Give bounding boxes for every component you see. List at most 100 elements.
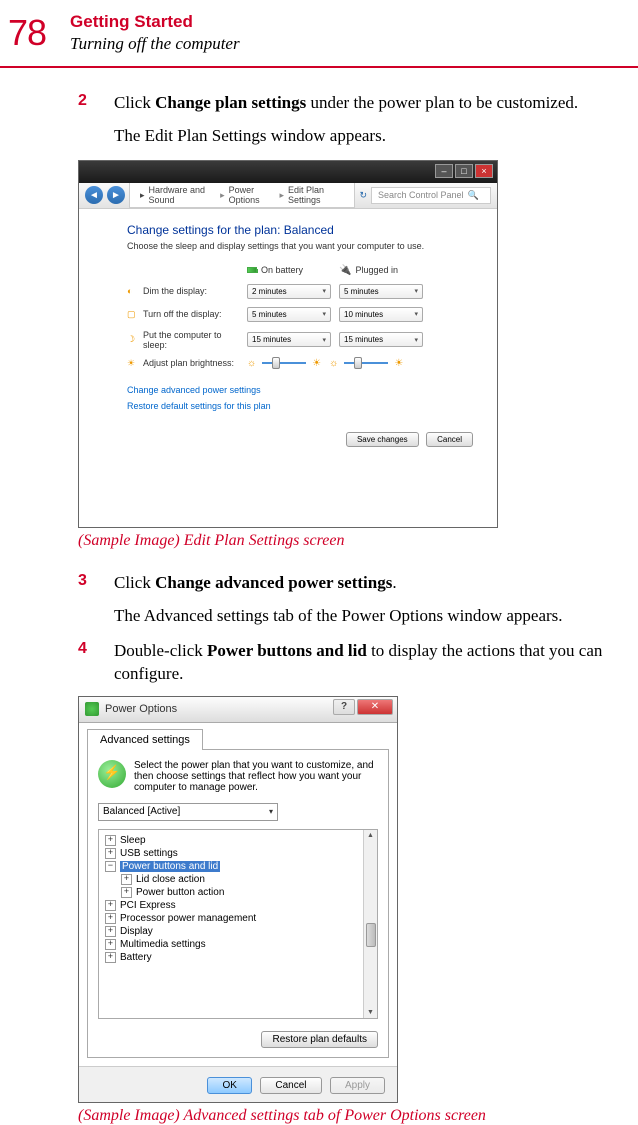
tree-lid-label: Lid close action (136, 874, 205, 885)
chevron-down-icon: ▾ (414, 310, 418, 318)
restore-defaults-link[interactable]: Restore default settings for this plan (127, 401, 473, 411)
maximize-button[interactable]: □ (455, 164, 473, 178)
scroll-down-icon[interactable]: ▼ (365, 1007, 376, 1018)
expand-icon[interactable]: + (121, 887, 132, 898)
bright-label: Adjust plan brightness: (143, 358, 247, 368)
change-advanced-link[interactable]: Change advanced power settings (127, 385, 473, 395)
step3-bold: Change advanced power settings (155, 573, 392, 592)
dim-icon: ◐ (127, 286, 143, 296)
search-placeholder: Search Control Panel (378, 190, 464, 200)
tree-pba-label: Power button action (136, 887, 224, 898)
tree-battery[interactable]: +Battery (103, 951, 373, 964)
expand-icon[interactable]: + (105, 848, 116, 859)
navigation-bar: ◄ ► ▸ Hardware and Sound ▸ Power Options… (79, 183, 497, 209)
dim-plugged-select[interactable]: 5 minutes▾ (339, 284, 423, 299)
step2-pre: Click (114, 93, 155, 112)
ok-button[interactable]: OK (207, 1077, 251, 1094)
tree-sleep-label: Sleep (120, 835, 146, 846)
dim-battery-select[interactable]: 2 minutes▾ (247, 284, 331, 299)
tree-sleep[interactable]: + Sleep (103, 834, 373, 847)
dim-label: Dim the display: (143, 286, 247, 296)
dialog-description: Select the power plan that you want to c… (134, 760, 378, 793)
slider-track[interactable] (262, 362, 306, 364)
search-icon: 🔍 (468, 190, 479, 201)
chevron-down-icon: ▾ (322, 336, 326, 344)
step-text: Click Change advanced power settings. (114, 572, 610, 595)
refresh-icon[interactable]: ↻ (359, 190, 367, 201)
bc-edit[interactable]: Edit Plan Settings (288, 185, 344, 205)
tree-multimedia[interactable]: +Multimedia settings (103, 938, 373, 951)
chevron-down-icon: ▾ (322, 287, 326, 295)
expand-icon[interactable]: + (105, 926, 116, 937)
bright-plugged-slider[interactable]: ☼☀ (329, 358, 403, 369)
tree-usb[interactable]: +USB settings (103, 847, 373, 860)
help-button[interactable]: ? (333, 699, 355, 715)
minimize-button[interactable]: – (435, 164, 453, 178)
step-text: Double-click Power buttons and lid to di… (114, 640, 610, 686)
slider-thumb[interactable] (354, 357, 362, 369)
dialog-titlebar[interactable]: Power Options ? ✕ (79, 697, 397, 723)
expand-icon[interactable]: + (105, 835, 116, 846)
close-button[interactable]: ✕ (357, 699, 393, 715)
expand-icon[interactable]: + (105, 952, 116, 963)
restore-plan-defaults-button[interactable]: Restore plan defaults (261, 1031, 378, 1048)
plan-select[interactable]: Balanced [Active] ▾ (98, 803, 278, 821)
chevron-down-icon: ▾ (322, 310, 326, 318)
scroll-thumb[interactable] (366, 923, 376, 947)
page-header: 78 Getting Started Turning off the compu… (0, 0, 638, 62)
window-titlebar[interactable]: – □ × (79, 161, 497, 183)
bc-power[interactable]: Power Options (229, 185, 276, 205)
expand-icon[interactable]: + (105, 900, 116, 911)
forward-button[interactable]: ► (107, 186, 125, 204)
expand-icon[interactable]: + (105, 913, 116, 924)
header-rule (0, 66, 638, 68)
sleep-plugged-select[interactable]: 15 minutes▾ (339, 332, 423, 347)
sleep-plugged-val: 15 minutes (344, 335, 383, 344)
off-label: Turn off the display: (143, 309, 247, 319)
save-button[interactable]: Save changes (346, 432, 419, 447)
plug-icon: 🔌 (339, 265, 351, 276)
tree-scrollbar[interactable]: ▲ ▼ (363, 830, 377, 1018)
collapse-icon[interactable]: − (105, 861, 116, 872)
search-box[interactable]: Search Control Panel 🔍 (371, 187, 491, 204)
tree-power-button-action[interactable]: + Power button action (103, 886, 373, 899)
cancel-button[interactable]: Cancel (426, 432, 473, 447)
sleep-icon: ☽ (127, 334, 143, 345)
sun-low-icon: ☼ (329, 358, 338, 369)
sun-low-icon: ☼ (247, 358, 256, 369)
edit-plan-window: – □ × ◄ ► ▸ Hardware and Sound ▸ Power O… (78, 160, 498, 528)
sleep-battery-select[interactable]: 15 minutes ▾ (247, 332, 331, 347)
back-button[interactable]: ◄ (85, 186, 103, 204)
col-plugged: 🔌Plugged in (339, 265, 431, 276)
col-battery-label: On battery (261, 265, 303, 275)
tree-pci[interactable]: +PCI Express (103, 899, 373, 912)
sleep-battery-val: 15 minutes (252, 335, 291, 344)
settings-tree[interactable]: + Sleep +USB settings −Power buttons and … (98, 829, 378, 1019)
tree-processor[interactable]: +Processor power management (103, 912, 373, 925)
bc-hardware[interactable]: Hardware and Sound (149, 185, 217, 205)
slider-thumb[interactable] (272, 357, 280, 369)
tree-lid-close[interactable]: + Lid close action (103, 873, 373, 886)
tree-display[interactable]: +Display (103, 925, 373, 938)
tree-power-buttons-lid[interactable]: −Power buttons and lid (103, 860, 373, 873)
plan-select-value: Balanced [Active] (103, 806, 180, 817)
breadcrumb[interactable]: ▸ Hardware and Sound ▸ Power Options ▸ E… (129, 182, 355, 208)
breadcrumb-icon: ▸ (140, 190, 145, 201)
bc-sep: ▸ (220, 190, 225, 201)
off-plugged-select[interactable]: 10 minutes▾ (339, 307, 423, 322)
expand-icon[interactable]: + (105, 939, 116, 950)
power-icon (85, 702, 99, 716)
step-text: Click Change plan settings under the pow… (114, 92, 610, 115)
slider-track[interactable] (344, 362, 388, 364)
advanced-settings-tab[interactable]: Advanced settings (87, 729, 203, 750)
expand-icon[interactable]: + (121, 874, 132, 885)
close-button[interactable]: × (475, 164, 493, 178)
scroll-up-icon[interactable]: ▲ (365, 830, 376, 841)
step-number: 2 (78, 92, 114, 115)
tree-pbl-label: Power buttons and lid (120, 861, 220, 872)
apply-button[interactable]: Apply (330, 1077, 385, 1094)
bright-battery-slider[interactable]: ☼☀ (247, 358, 321, 369)
row-sleep: ☽ Put the computer to sleep: 15 minutes▾… (127, 330, 473, 350)
cancel-button[interactable]: Cancel (260, 1077, 321, 1094)
off-battery-select[interactable]: 5 minutes▾ (247, 307, 331, 322)
